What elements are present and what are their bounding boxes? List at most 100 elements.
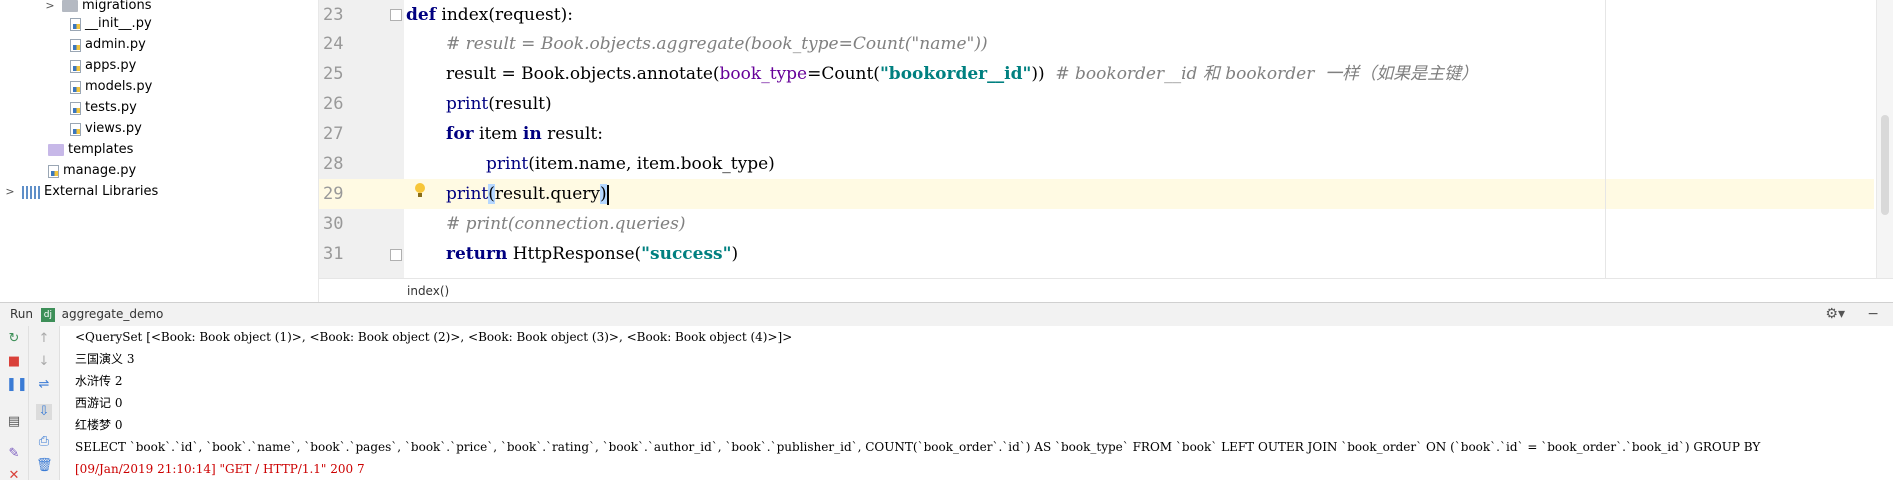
string-literal: "bookorder__id" [879,64,1032,84]
comment: # print(connection.queries) [446,214,686,234]
arrow-down-icon[interactable]: ↓ [36,354,52,370]
tree-item-templates[interactable]: templates [48,140,133,160]
pin-icon[interactable]: ✎ [6,446,22,462]
library-icon [22,185,40,199]
python-file-icon [70,59,81,73]
code-line-31[interactable]: return HttpResponse("success") [446,239,738,269]
python-file-icon [70,38,81,52]
code-text: )) [1031,64,1056,84]
tree-item-label: __init__.py [85,16,152,31]
tree-item-label: manage.py [63,163,137,178]
run-toolbar-secondary: ↑ ↓ ⇌ ⇩ ⎙ 🗑 [29,326,60,480]
tree-item-apps[interactable]: apps.py [70,56,136,76]
console-line: 三国演义 3 [75,352,135,366]
tree-item-label: admin.py [85,37,146,52]
soft-wrap-icon[interactable]: ⇌ [36,377,52,393]
line-number: 29 [323,184,344,204]
keyword-argument: book_type [719,64,808,84]
arrow-up-icon[interactable]: ↑ [36,331,52,347]
tree-item-tests[interactable]: tests.py [70,98,137,118]
code-text: item [473,124,523,144]
lightbulb-icon[interactable] [414,183,426,199]
comment: # result = Book.objects.aggregate(book_t… [446,34,988,54]
bracket-match: ) [600,184,607,204]
trash-icon[interactable]: 🗑 [36,458,53,474]
tree-item-external-libraries[interactable]: > External Libraries [4,182,158,202]
gear-icon[interactable]: ⚙▾ [1825,303,1845,326]
tree-item-label: models.py [85,79,153,94]
tree-item-label: views.py [85,121,142,136]
code-line-26[interactable]: print(result) [446,89,552,119]
project-tree: > migrations __init__.py admin.py apps.p… [0,0,319,302]
tree-item-label: tests.py [85,100,137,115]
keyword: in [522,124,542,144]
layout-icon[interactable]: ▤ [6,414,22,430]
code-text: result: [541,124,603,144]
tree-item-label: templates [68,142,134,157]
print-icon[interactable]: ⎙ [36,434,52,450]
scrollbar-thumb[interactable] [1881,115,1889,215]
console-line: 西游记 0 [75,396,123,410]
line-number: 28 [323,154,344,174]
fold-marker-icon[interactable] [390,249,402,261]
code-line-30[interactable]: # print(connection.queries) [446,209,685,239]
code-line-23[interactable]: def index(request): [406,0,573,30]
python-file-icon [70,101,81,115]
code-line-25[interactable]: result = Book.objects.annotate(book_type… [446,59,1478,89]
stop-icon[interactable]: ■ [6,354,22,370]
code-line-29[interactable]: print(result.query) [446,179,609,209]
rerun-icon[interactable]: ↻ [6,331,22,347]
tree-item-init[interactable]: __init__.py [70,14,152,34]
scroll-to-end-icon[interactable]: ⇩ [36,404,52,420]
line-number: 24 [323,34,344,54]
fold-marker-icon[interactable] [390,9,402,21]
chevron-right-icon[interactable]: > [44,0,56,16]
pause-icon[interactable]: ❚❚ [6,377,28,393]
breadcrumb: index() [319,278,1893,303]
run-panel-header: Run dj aggregate_demo ⚙▾ − [0,302,1893,327]
run-config-tab[interactable]: aggregate_demo [62,307,164,321]
code-line-27[interactable]: for item in result: [446,119,603,149]
tree-item-admin[interactable]: admin.py [70,35,146,55]
console-output[interactable]: <QuerySet [<Book: Book object (1)>, <Boo… [60,326,1893,480]
line-number: 25 [323,64,344,84]
code-text: =Count( [807,64,880,84]
tree-item-manage[interactable]: manage.py [48,161,136,181]
string-literal: "success" [641,244,732,264]
chevron-right-icon[interactable]: > [4,182,16,202]
console-line: SELECT `book`.`id`, `book`.`name`, `book… [75,440,1761,454]
folder-icon [48,144,64,156]
hide-icon[interactable]: − [1867,303,1879,326]
text-caret [606,184,609,205]
run-toolbar: ↻ ■ ❚❚ ▤ ✎ ✕ [0,326,29,483]
keyword: return [446,244,508,264]
code-line-24[interactable]: # result = Book.objects.aggregate(book_t… [446,29,988,59]
comment: # bookorder__id 和 bookorder 一样（如果是主键） [1055,64,1479,84]
breadcrumb-item[interactable]: index() [407,284,449,298]
bracket-match: ( [488,184,495,204]
code-text: (item.name, item.book_type) [528,154,775,174]
code-text: result.query [494,184,601,204]
code-text: index(request): [436,5,573,25]
code-text: result = Book.objects.annotate( [446,64,720,84]
line-number: 26 [323,94,344,114]
keyword: def [406,5,437,25]
editor-scrollbar[interactable] [1876,0,1893,278]
python-file-icon [48,164,59,178]
console-line-server-log: [09/Jan/2019 21:10:14] "GET / HTTP/1.1" … [75,462,365,476]
right-margin-guide [1605,0,1606,278]
tree-item-models[interactable]: models.py [70,77,152,97]
builtin: print [446,94,489,114]
builtin: print [486,154,529,174]
close-icon[interactable]: ✕ [6,468,22,484]
line-number: 30 [323,214,344,234]
tree-item-label: apps.py [85,58,137,73]
code-text: ) [731,244,739,264]
tree-item-views[interactable]: views.py [70,119,142,139]
line-number: 27 [323,124,344,144]
console-line: <QuerySet [<Book: Book object (1)>, <Boo… [75,330,793,344]
line-number: 23 [323,5,344,25]
code-line-28[interactable]: print(item.name, item.book_type) [486,149,775,179]
python-file-icon [70,17,81,31]
django-icon: dj [40,307,55,322]
